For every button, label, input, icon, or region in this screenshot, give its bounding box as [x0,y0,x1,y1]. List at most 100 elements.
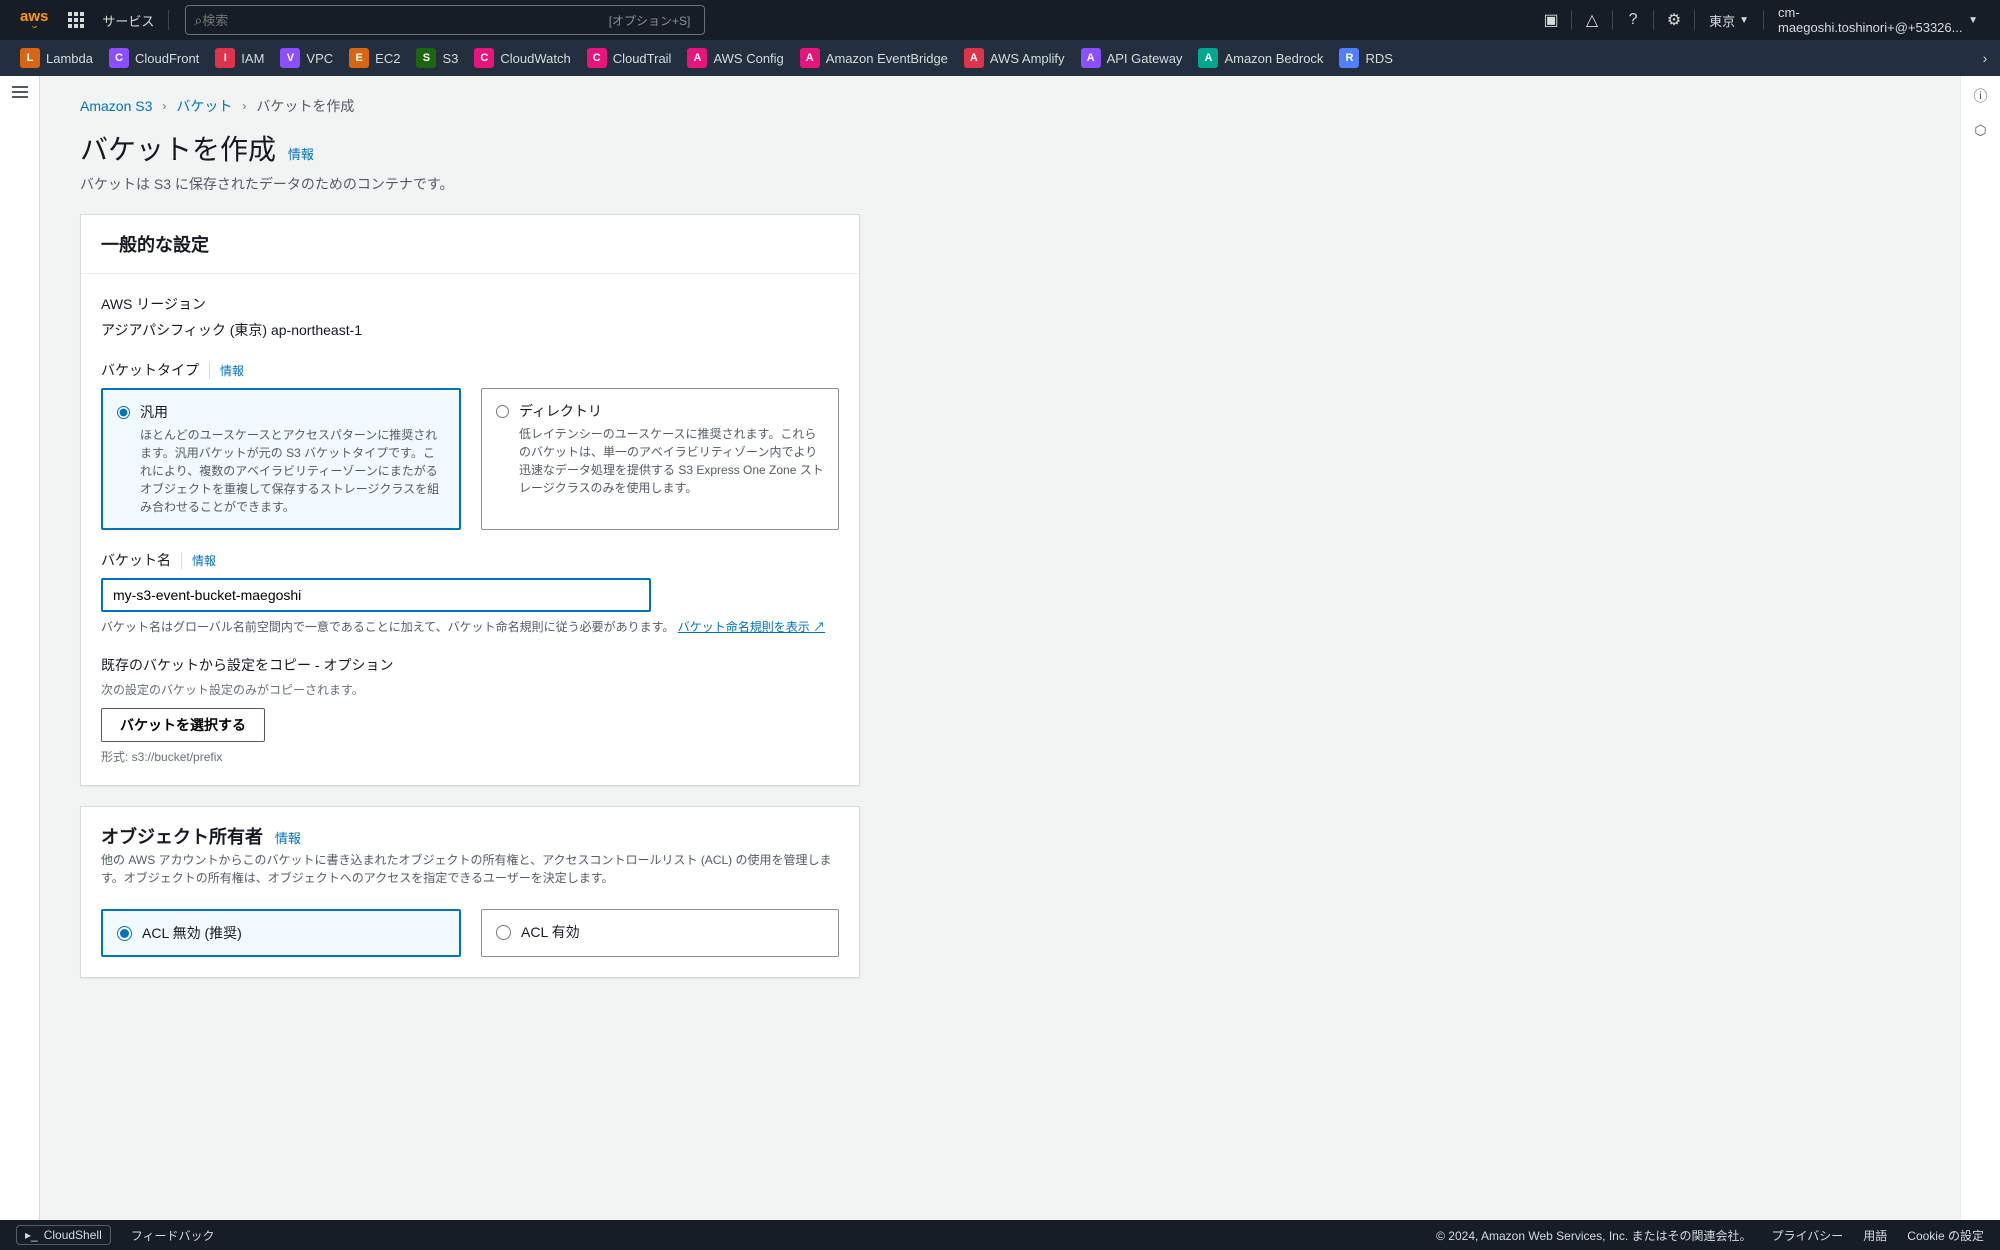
acl-enabled-title: ACL 有効 [521,922,580,942]
privacy-link[interactable]: プライバシー [1772,1227,1844,1244]
chevron-down-icon: ▼ [1968,15,1978,26]
account-menu[interactable]: cm-maegoshi.toshinori+@+53326...▼ [1768,5,1988,35]
terms-link[interactable]: 用語 [1863,1227,1887,1244]
service-icon: L [20,48,40,68]
service-shortcut[interactable]: AAWS Config [679,44,791,72]
general-heading: 一般的な設定 [101,231,839,257]
service-icon: R [1339,48,1359,68]
bucket-name-label: バケット名 [101,550,171,570]
service-shortcut[interactable]: A Amazon Bedrock [1190,44,1331,72]
region-selector[interactable]: 東京▼ [1699,11,1759,30]
hexagon-icon[interactable]: ⬡ [1974,122,1986,139]
region-label: AWS リージョン [101,294,839,314]
bucket-name-info[interactable]: 情報 [181,552,216,569]
search-box[interactable]: ⌕ [オプション+S] [185,5,705,35]
breadcrumb: Amazon S3 › バケット › バケットを作成 [80,92,1920,128]
object-ownership-panel: オブジェクト所有者 情報 他の AWS アカウントからこのバケットに書き込まれた… [80,806,860,978]
bucket-type-directory-desc: 低レイテンシーのユースケースに推奨されます。これらのバケットは、単一のアベイラビ… [519,425,824,497]
service-shortcut[interactable]: L Lambda [12,44,101,72]
service-label: CloudWatch [500,51,570,66]
acl-disabled-title: ACL 無効 (推奨) [142,923,242,943]
external-link-icon: ↗ [813,620,825,634]
service-icon: C [587,48,607,68]
sidebar-toggle[interactable] [0,76,40,1220]
search-icon: ⌕ [194,12,202,29]
cloudshell-button[interactable]: ▸_ CloudShell [16,1225,111,1245]
shortcuts-scroll-right[interactable]: › [1970,40,2000,76]
naming-rules-link[interactable]: バケット命名規則を表示 ↗ [678,620,825,634]
search-input[interactable] [202,13,602,28]
bucket-type-general[interactable]: 汎用 ほとんどのユースケースとアクセスパターンに推奨されます。汎用バケットが元の… [101,388,461,530]
service-shortcuts-bar: LLambdaCCloudFrontIIAMVVPCEEC2SS3CCloudW… [0,40,2000,76]
bucket-type-general-title: 汎用 [140,402,445,422]
service-label: IAM [241,51,264,66]
object-ownership-heading: オブジェクト所有者 [101,827,263,847]
cloudshell-icon[interactable]: ▣ [1535,4,1567,36]
chevron-right-icon: › [242,99,246,113]
service-icon: A [800,48,820,68]
breadcrumb-root[interactable]: Amazon S3 [80,98,152,114]
acl-enabled-radio[interactable] [496,925,511,940]
bucket-name-input[interactable] [101,578,651,612]
copy-settings-sub: 次の設定のバケット設定のみがコピーされます。 [101,681,839,698]
aws-logo[interactable]: aws ⌣ [12,10,56,31]
settings-icon[interactable]: ⚙ [1658,4,1690,36]
bucket-type-directory-radio[interactable] [496,404,509,419]
service-shortcut[interactable]: CCloudTrail [579,44,680,72]
help-icon[interactable]: ? [1617,4,1649,36]
bucket-type-directory-title: ディレクトリ [519,401,824,421]
chevron-down-icon: ▼ [1739,15,1749,26]
hamburger-icon [12,86,28,1220]
notifications-icon[interactable]: △ [1576,4,1608,36]
bucket-type-info[interactable]: 情報 [209,362,244,379]
bucket-type-general-radio[interactable] [117,405,130,420]
breadcrumb-buckets[interactable]: バケット [176,96,232,116]
service-shortcut[interactable]: VVPC [272,44,341,72]
service-shortcut[interactable]: R RDS [1331,44,1400,72]
select-bucket-button[interactable]: バケットを選択する [101,708,265,742]
service-shortcut[interactable]: AAPI Gateway [1073,44,1191,72]
services-menu[interactable]: サービス [96,11,160,30]
object-ownership-info[interactable]: 情報 [275,831,301,846]
service-label: S3 [442,51,458,66]
bucket-name-help: バケット名はグローバル名前空間内で一意であることに加えて、バケット命名規則に従う… [101,618,839,635]
service-label: Lambda [46,51,93,66]
acl-disabled-radio[interactable] [117,926,132,941]
general-settings-panel: 一般的な設定 AWS リージョン アジアパシフィック (東京) ap-north… [80,214,860,786]
service-label: Amazon Bedrock [1224,51,1323,66]
services-menu-icon[interactable] [64,12,88,28]
copyright: © 2024, Amazon Web Services, Inc. またはその関… [1436,1227,1751,1244]
service-shortcut[interactable]: CCloudFront [101,44,207,72]
copy-settings-label: 既存のバケットから設定をコピー - オプション [101,655,839,675]
acl-disabled-option[interactable]: ACL 無効 (推奨) [101,909,461,957]
service-shortcut[interactable]: E EC2 [341,44,408,72]
service-label: CloudFront [135,51,199,66]
service-shortcut[interactable]: IIAM [207,44,272,72]
service-label: RDS [1365,51,1392,66]
bucket-type-label: バケットタイプ [101,360,199,380]
page-info-link[interactable]: 情報 [288,147,314,162]
cookies-link[interactable]: Cookie の設定 [1907,1227,1984,1244]
bucket-type-directory[interactable]: ディレクトリ 低レイテンシーのユースケースに推奨されます。これらのバケットは、単… [481,388,839,530]
service-icon: E [349,48,369,68]
service-shortcut[interactable]: C CloudWatch [466,44,578,72]
acl-enabled-option[interactable]: ACL 有効 [481,909,839,957]
service-icon: S [416,48,436,68]
service-icon: A [964,48,984,68]
service-shortcut[interactable]: A Amazon EventBridge [792,44,956,72]
service-label: AWS Amplify [990,51,1065,66]
service-icon: C [474,48,494,68]
main-content: Amazon S3 › バケット › バケットを作成 バケットを作成 情報 バケ… [40,76,1960,1220]
cloudshell-icon: ▸_ [25,1228,38,1242]
service-label: Amazon EventBridge [826,51,948,66]
region-value: アジアパシフィック (東京) ap-northeast-1 [101,320,839,340]
service-shortcut[interactable]: A AWS Amplify [956,44,1073,72]
service-label: EC2 [375,51,400,66]
right-rail: ⓘ ⬡ [1960,76,2000,1220]
info-panel-icon[interactable]: ⓘ [1974,86,1988,106]
service-label: AWS Config [713,51,783,66]
service-icon: A [1198,48,1218,68]
service-shortcut[interactable]: S S3 [408,44,466,72]
footer: ▸_ CloudShell フィードバック © 2024, Amazon Web… [0,1220,2000,1250]
feedback-link[interactable]: フィードバック [131,1227,215,1244]
